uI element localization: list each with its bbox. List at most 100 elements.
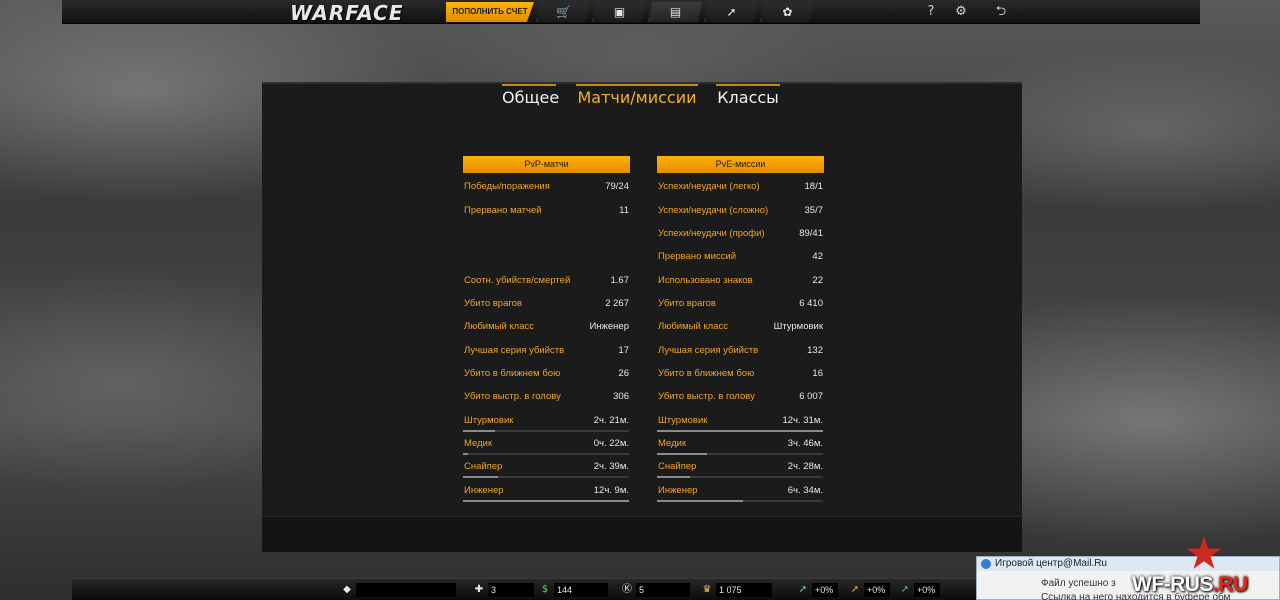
stat-row: Любимый класс Штурмовик [657, 321, 824, 335]
tab-general[interactable]: Общее [502, 84, 559, 110]
stat-label: Лучшая серия убийств [658, 345, 759, 356]
class-label: Снайпер [464, 461, 503, 472]
pve-header: PvE-миссии [657, 156, 824, 173]
class-time-bar [463, 430, 629, 432]
class-time-bar-fill [463, 500, 629, 502]
class-time-bar-fill [657, 500, 743, 502]
stats-icon[interactable]: ▤ [648, 2, 702, 22]
stat-label: Любимый класс [464, 321, 535, 332]
stat-label: Убито в ближнем бою [464, 368, 561, 379]
crown-icon: ♛ [702, 584, 712, 595]
class-time-bar-fill [657, 453, 707, 455]
boost-vp-value: +0% [914, 583, 940, 597]
stat-row: Прервано матчей 11 [463, 205, 630, 219]
kredits-icon: Ⓚ [622, 584, 632, 595]
top-up-button[interactable]: ПОПОЛНИТЬ СЧЕТ [446, 2, 534, 22]
stat-label: Лучшая серия убийств [464, 345, 565, 356]
stat-label: Убито врагов [658, 298, 716, 309]
stat-value: 18/1 [804, 181, 824, 192]
cart-icon[interactable]: 🛒 [536, 2, 590, 22]
stat-value: 89/41 [799, 228, 823, 239]
class-time-bar [463, 453, 629, 455]
boost-xp-value: +0% [812, 583, 838, 597]
exit-icon[interactable]: ⮌ [990, 2, 1012, 22]
watermark-accent: .RU [1212, 573, 1248, 596]
panel-footer [262, 516, 1022, 552]
stat-value: 22 [812, 275, 823, 286]
tab-bar: Общее Матчи/миссии Классы [262, 84, 1022, 114]
notification-title-text: Игровой центр@Mail.Ru [995, 558, 1107, 569]
class-time-row: Инженер 12ч. 9м. [463, 485, 630, 499]
stat-row: Лучшая серия убийств 17 [463, 345, 630, 359]
class-label: Штурмовик [464, 415, 514, 426]
inventory-icon[interactable]: ▣ [592, 2, 646, 22]
class-time-value: 6ч. 34м. [787, 485, 823, 496]
stats-panel: Общее Матчи/миссии Классы PvP-матчи Побе… [262, 82, 1022, 552]
stat-label: Успехи/неудачи (легко) [658, 181, 760, 192]
rank-icon: ◆ [343, 584, 351, 595]
stat-row: Успехи/неудачи (сложно) 35/7 [657, 205, 824, 219]
stat-label: Прервано миссий [658, 251, 737, 262]
stat-value: 1.67 [610, 275, 630, 286]
tab-classes[interactable]: Классы [716, 84, 780, 110]
rank-value [356, 583, 456, 597]
class-time-value: 3ч. 46м. [787, 438, 823, 449]
stat-label: Убито выстр. в голову [658, 391, 755, 402]
class-label: Медик [658, 438, 687, 449]
stat-row: Победы/поражения 79/24 [463, 181, 630, 195]
stat-value: 42 [812, 251, 823, 262]
achievements-icon[interactable]: ✿ [760, 2, 814, 22]
top-bar: WARFACE ПОПОЛНИТЬ СЧЕТ 🛒 ▣ ▤ ➚ ✿ ? ⚙ ⮌ [62, 0, 1200, 25]
stat-value: 35/7 [804, 205, 824, 216]
stat-value: Инженер [589, 321, 629, 332]
money-value: 144 [554, 583, 608, 597]
class-time-bar [657, 500, 823, 502]
pvp-header: PvP-матчи [463, 156, 630, 173]
class-time-bar-fill [463, 453, 468, 455]
stat-row: Прервано миссий 42 [657, 251, 824, 265]
stat-value: 6 007 [799, 391, 823, 402]
stat-value: 16 [812, 368, 823, 379]
stat-row: Убито выстр. в голову 6 007 [657, 391, 824, 405]
boost-money-icon: ➚ [850, 584, 860, 595]
stat-row: Убито в ближнем бою 26 [463, 368, 630, 382]
stat-label: Убито выстр. в голову [464, 391, 561, 402]
watermark: WF-RUS.RU [1132, 573, 1248, 597]
warface-logo[interactable]: WARFACE [290, 1, 404, 25]
class-time-row: Снайпер 2ч. 39м. [463, 461, 630, 475]
watermark-main: WF-RUS [1132, 573, 1213, 596]
class-time-row: Снайпер 2ч. 28м. [657, 461, 824, 475]
stat-row: Убито врагов 2 267 [463, 298, 630, 312]
mailru-icon [981, 559, 991, 569]
class-time-bar [657, 430, 823, 432]
stat-label: Победы/поражения [464, 181, 550, 192]
stat-label: Убито врагов [464, 298, 522, 309]
stat-value: 17 [618, 345, 629, 356]
class-time-row: Штурмовик 2ч. 21м. [463, 415, 630, 429]
tab-matches-missions[interactable]: Матчи/миссии [576, 84, 698, 110]
boost-money-value: +0% [864, 583, 890, 597]
class-label: Штурмовик [658, 415, 708, 426]
stat-row: Лучшая серия убийств 132 [657, 345, 824, 359]
class-time-row: Медик 3ч. 46м. [657, 438, 824, 452]
trend-icon[interactable]: ➚ [704, 2, 758, 22]
pve-column: PvE-миссии Успехи/неудачи (легко) 18/1 Усп… [657, 156, 824, 502]
stat-value: 6 410 [799, 298, 823, 309]
boost-xp-icon: ➚ [798, 584, 808, 595]
stat-label: Успехи/неудачи (сложно) [658, 205, 769, 216]
boost-vp-icon: ➚ [900, 584, 910, 595]
class-time-bar-fill [463, 430, 495, 432]
help-icon[interactable]: ? [920, 2, 942, 22]
stat-row: Соотн. убийств/смертей 1.67 [463, 275, 630, 289]
class-time-bar [657, 453, 823, 455]
class-time-value: 12ч. 9м. [593, 485, 629, 496]
class-label: Инженер [464, 485, 504, 496]
stat-row: Успехи/неудачи (легко) 18/1 [657, 181, 824, 195]
class-time-value: 2ч. 28м. [787, 461, 823, 472]
class-time-value: 2ч. 39м. [593, 461, 629, 472]
stat-label: Успехи/неудачи (профи) [658, 228, 765, 239]
stat-label: Соотн. убийств/смертей [464, 275, 571, 286]
stat-value: 132 [807, 345, 823, 356]
settings-icon[interactable]: ⚙ [950, 2, 972, 22]
stat-row: Убито в ближнем бою 16 [657, 368, 824, 382]
